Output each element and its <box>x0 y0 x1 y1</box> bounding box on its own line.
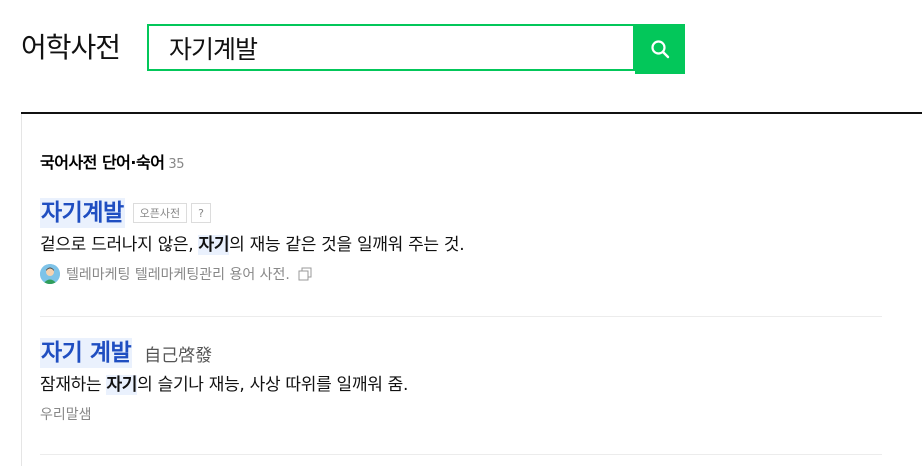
headword-link[interactable]: 자기계발 <box>40 198 125 228</box>
definition-text: 잠재하는 <box>40 375 107 395</box>
content-left-border <box>21 114 22 466</box>
hanja-text: 自己啓發 <box>144 345 213 366</box>
result-entry: 자기 계발 自己啓發 잠재하는 자기의 슬기나 재능, 사상 따위를 일깨워 줌… <box>40 336 882 424</box>
page-title: 어학사전 <box>21 31 121 64</box>
row-divider <box>40 316 882 317</box>
definition: 잠재하는 자기의 슬기나 재능, 사상 따위를 일깨워 줌. <box>40 373 882 397</box>
open-dictionary-tag[interactable]: 오픈사전 <box>132 203 188 223</box>
user-avatar-icon <box>40 264 60 284</box>
source-text[interactable]: 텔레마케팅 텔레마케팅관리 용어 사전. <box>66 264 290 284</box>
search-button[interactable] <box>635 24 685 74</box>
search-icon <box>651 40 670 59</box>
definition-text: 겉으로 드러나지 않은, <box>40 235 199 255</box>
result-count: 35 <box>168 157 184 172</box>
definition: 겉으로 드러나지 않은, 자기의 재능 같은 것을 일깨워 주는 것. <box>40 233 882 257</box>
definition-highlight: 자기 <box>198 235 230 255</box>
headword-link[interactable]: 자기 계발 <box>40 338 133 368</box>
definition-text: 의 재능 같은 것을 일깨워 주는 것. <box>229 235 465 255</box>
search-input[interactable] <box>149 33 633 62</box>
section-heading: 국어사전 단어·숙어 35 <box>40 149 184 173</box>
result-entry: 자기계발 오픈사전 ? 겉으로 드러나지 않은, 자기의 재능 같은 것을 일깨… <box>40 196 882 284</box>
definition-highlight: 자기 <box>106 375 138 395</box>
search-box[interactable] <box>147 24 635 71</box>
definition-text: 의 슬기나 재능, 사상 따위를 일깨워 줌. <box>137 375 409 395</box>
header-divider <box>21 112 922 114</box>
source-text[interactable]: 우리말샘 <box>40 404 92 424</box>
help-tag[interactable]: ? <box>191 203 211 223</box>
copy-icon[interactable] <box>298 267 312 281</box>
row-divider <box>40 454 882 455</box>
section-title: 국어사전 단어·숙어 <box>40 153 165 172</box>
